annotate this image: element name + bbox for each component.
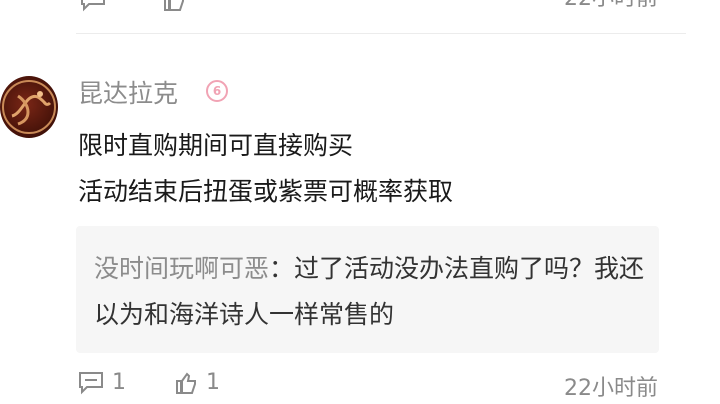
comment-time: 22小时前 [564,376,658,401]
dragon-avatar-icon [2,80,56,134]
avatar[interactable] [0,76,58,138]
comment-text-line-1: 限时直购期间可直接购买 [78,131,354,160]
thumbs-up-icon [176,371,196,394]
previous-comment-time: 22小时前 [564,0,658,12]
like-count: 1 [206,370,220,395]
like-action-prev[interactable] [162,0,186,17]
quote-separator: ： [269,254,295,283]
level-badge: 6 [206,80,228,102]
comment-icon [81,0,105,12]
reply-action-prev[interactable] [80,0,106,17]
quoted-reply[interactable]: 没时间玩啊可恶：过了活动没办法直购了吗？我还以为和海洋诗人一样常售的 [76,226,659,353]
divider [76,33,686,34]
quoted-author[interactable]: 没时间玩啊可恶 [94,254,269,283]
thumbs-up-icon [164,0,184,11]
reply-count: 1 [112,370,126,395]
previous-comment-actions: 22小时前 [78,0,658,12]
username[interactable]: 昆达拉克 [78,74,178,110]
comment-icon [79,371,103,394]
quoted-reply-text: 没时间玩啊可恶：过了活动没办法直购了吗？我还以为和海洋诗人一样常售的 [94,246,654,338]
comment-text-line-2: 活动结束后扭蛋或紫票可概率获取 [78,177,454,206]
like-button[interactable]: 1 [174,370,220,395]
reply-button[interactable]: 1 [78,370,126,395]
comment-actions: 1 1 22小时前 [76,370,658,401]
